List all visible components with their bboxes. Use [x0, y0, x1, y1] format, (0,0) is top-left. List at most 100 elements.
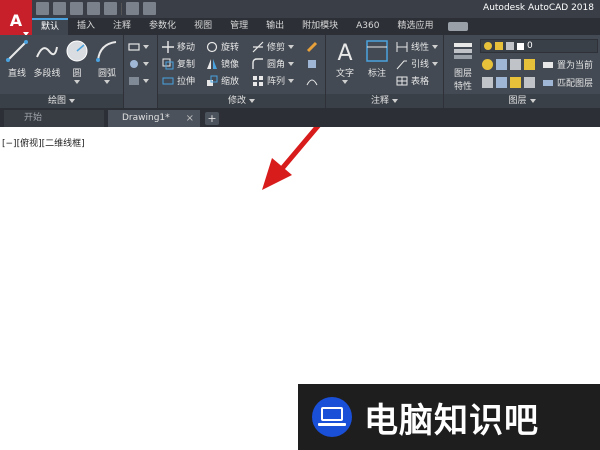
- explode-button[interactable]: [306, 56, 318, 71]
- rectangle-button[interactable]: [128, 39, 149, 54]
- panel-annotation-label: 注释: [370, 96, 389, 106]
- array-button[interactable]: 阵列: [252, 73, 295, 88]
- chevron-down-icon[interactable]: [342, 80, 348, 84]
- text-button[interactable]: A 文字: [330, 39, 360, 84]
- layer-properties-button[interactable]: 图层 特性: [448, 39, 478, 92]
- panel-draw-title[interactable]: 绘图: [0, 94, 123, 108]
- mirror-icon: [207, 58, 217, 69]
- text-icon: A: [337, 41, 352, 63]
- text-label: 文字: [335, 69, 354, 79]
- save-icon[interactable]: [70, 2, 83, 15]
- arc-label: 圆弧: [97, 69, 116, 79]
- tab-annotate[interactable]: 注释: [104, 18, 140, 35]
- chevron-down-icon[interactable]: [104, 80, 110, 84]
- tab-addins[interactable]: 附加模块: [293, 18, 347, 35]
- tab-output[interactable]: 输出: [257, 18, 293, 35]
- linear-label: 线性: [411, 43, 430, 53]
- watermark-text: 电脑知识吧: [364, 400, 539, 441]
- ribbon-options-icon[interactable]: [448, 22, 469, 31]
- panel-annotation-title[interactable]: 注释: [326, 94, 443, 108]
- array-icon: [253, 75, 263, 86]
- tab-start[interactable]: 开始: [4, 110, 104, 127]
- tab-insert[interactable]: 插入: [68, 18, 104, 35]
- watermark-banner: 电脑知识吧: [298, 384, 600, 450]
- dimension-icon: [366, 40, 388, 62]
- layer-previous-icon[interactable]: [496, 76, 507, 88]
- circle-button[interactable]: 圆: [62, 39, 92, 84]
- line-button[interactable]: 直线: [2, 39, 32, 79]
- layer-walk-icon[interactable]: [510, 76, 521, 88]
- table-label: 表格: [411, 77, 430, 87]
- tab-view[interactable]: 视图: [185, 18, 221, 35]
- chevron-down-icon: [392, 98, 398, 103]
- print-icon[interactable]: [104, 2, 117, 15]
- rotate-button[interactable]: 旋转: [206, 39, 239, 54]
- line-label: 直线: [7, 69, 26, 79]
- stretch-button[interactable]: 拉伸: [162, 73, 195, 88]
- layer-isolate-icon[interactable]: [496, 58, 507, 70]
- chevron-down-icon: [249, 98, 255, 103]
- current-layer-value: 0: [527, 41, 533, 51]
- move-button[interactable]: 移动: [162, 39, 195, 54]
- boundary-button[interactable]: [128, 73, 149, 88]
- match-layer-icon: [543, 79, 553, 86]
- trim-button[interactable]: 修剪: [252, 39, 295, 54]
- new-tab-button[interactable]: +: [205, 112, 219, 125]
- undo-icon[interactable]: [126, 2, 139, 15]
- hatch-button[interactable]: [128, 56, 149, 71]
- panel-layers-title[interactable]: 图层: [444, 94, 600, 108]
- line-icon: [6, 40, 28, 62]
- application-menu-button[interactable]: A: [0, 0, 32, 40]
- panel-annotation: A 文字 标注 线性 引线 表格 注释: [326, 35, 444, 108]
- mirror-button[interactable]: 镜像: [206, 56, 239, 71]
- array-label: 阵列: [267, 77, 286, 87]
- leader-icon: [396, 60, 407, 69]
- close-icon[interactable]: ×: [186, 110, 194, 127]
- save-as-icon[interactable]: [87, 2, 100, 15]
- tab-parametric[interactable]: 参数化: [140, 18, 185, 35]
- chevron-down-icon[interactable]: [74, 80, 80, 84]
- redo-icon[interactable]: [143, 2, 156, 15]
- panel-modify-title[interactable]: 修改: [158, 94, 325, 108]
- layer-match-icon[interactable]: [482, 76, 493, 88]
- dimension-button[interactable]: 标注: [362, 39, 392, 79]
- tab-drawing1-label: Drawing1*: [122, 113, 170, 123]
- open-icon[interactable]: [53, 2, 66, 15]
- viewport-controls[interactable]: [−][俯视][二维线框]: [2, 136, 85, 149]
- leader-button[interactable]: 引线: [396, 56, 439, 71]
- set-current-layer-button[interactable]: 置为当前: [542, 57, 593, 72]
- copy-label: 复制: [177, 60, 196, 70]
- tab-featured-apps[interactable]: 精选应用: [388, 18, 442, 35]
- tab-manage[interactable]: 管理: [221, 18, 257, 35]
- rectangle-icon: [128, 42, 140, 51]
- offset-button[interactable]: [306, 73, 318, 88]
- chevron-down-icon: [432, 44, 439, 49]
- fillet-label: 圆角: [267, 60, 286, 70]
- copy-button[interactable]: 复制: [162, 56, 195, 71]
- scale-icon: [207, 75, 218, 86]
- linear-dim-button[interactable]: 线性: [396, 39, 439, 54]
- match-layer-button[interactable]: 匹配图层: [542, 75, 593, 90]
- title-bar: Autodesk AutoCAD 2018: [0, 0, 600, 18]
- chevron-down-icon: [288, 78, 295, 83]
- layer-freeze-icon[interactable]: [482, 58, 493, 70]
- chevron-down-icon: [529, 98, 536, 103]
- tab-home[interactable]: 默认: [32, 18, 69, 35]
- table-button[interactable]: 表格: [396, 73, 429, 88]
- chevron-down-icon: [288, 44, 295, 49]
- new-icon[interactable]: [36, 2, 49, 15]
- layer-lock-icon[interactable]: [524, 58, 535, 70]
- scale-button[interactable]: 缩放: [206, 73, 239, 88]
- hatch-icon: [130, 59, 138, 68]
- layer-merge-icon[interactable]: [524, 76, 535, 88]
- erase-button[interactable]: [306, 39, 318, 54]
- linear-dim-icon: [396, 41, 408, 52]
- polyline-button[interactable]: 多段线: [32, 39, 62, 79]
- tab-drawing1[interactable]: Drawing1* ×: [108, 110, 200, 127]
- tab-a360[interactable]: A360: [347, 18, 388, 35]
- stretch-label: 拉伸: [177, 77, 196, 87]
- layer-dropdown[interactable]: 0: [480, 39, 598, 53]
- arc-button[interactable]: 圆弧: [92, 39, 122, 84]
- layer-off-icon[interactable]: [510, 58, 521, 70]
- fillet-button[interactable]: 圆角: [252, 56, 295, 71]
